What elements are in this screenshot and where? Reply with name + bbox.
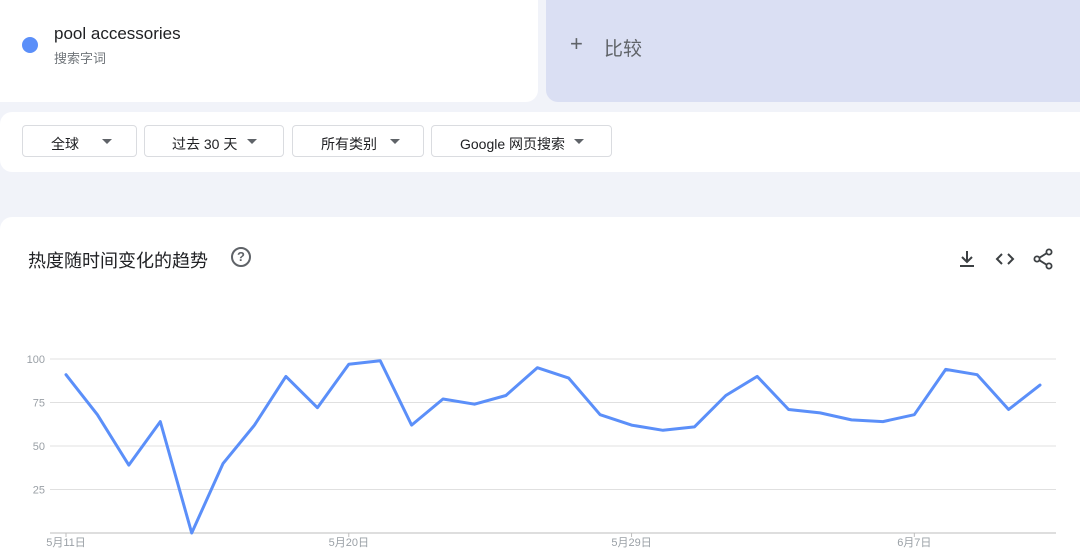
x-tick-label: 5月11日 [46, 537, 86, 549]
y-tick-label: 50 [33, 441, 45, 453]
y-tick-label: 100 [27, 354, 45, 366]
category-label: 所有类别 [321, 136, 377, 152]
chevron-down-icon [390, 139, 400, 144]
x-tick-label: 6月7日 [897, 537, 931, 549]
chevron-down-icon [102, 139, 112, 144]
x-tick-label: 5月29日 [611, 537, 651, 549]
search-type-dropdown[interactable]: Google 网页搜索 [431, 125, 612, 157]
term-color-dot [22, 37, 38, 53]
search-term-name[interactable]: pool accessories [54, 24, 181, 44]
x-tick-label: 5月20日 [329, 537, 369, 549]
y-tick-label: 75 [33, 398, 45, 410]
category-dropdown[interactable]: 所有类别 [292, 125, 424, 157]
search-type-label: Google 网页搜索 [460, 136, 566, 152]
trend-chart: 25 50 75 100 5月11日 5月20日 5月29日 6月7日 [27, 354, 1056, 549]
chevron-down-icon [574, 139, 584, 144]
plus-icon: + [570, 31, 583, 56]
compare-button[interactable]: + 比较 [546, 0, 1080, 102]
y-tick-label: 25 [33, 485, 45, 497]
compare-label: 比较 [604, 39, 643, 60]
search-term-type: 搜索字词 [54, 51, 107, 66]
time-range-dropdown[interactable]: 过去 30 天 [144, 125, 284, 157]
filter-bar: 全球 过去 30 天 所有类别 Google 网页搜索 [0, 112, 1080, 172]
chevron-down-icon [247, 139, 257, 144]
search-term-card[interactable]: pool accessories 搜索字词 [0, 0, 538, 102]
region-dropdown[interactable]: 全球 [22, 125, 137, 157]
region-label: 全球 [51, 136, 79, 152]
series-line [64, 359, 1042, 535]
time-range-label: 过去 30 天 [172, 136, 238, 152]
interest-over-time-card: 热度随时间变化的趋势 ? 25 50 75 100 5月11日 5月20日 5月29日 6月7… [0, 217, 1080, 558]
